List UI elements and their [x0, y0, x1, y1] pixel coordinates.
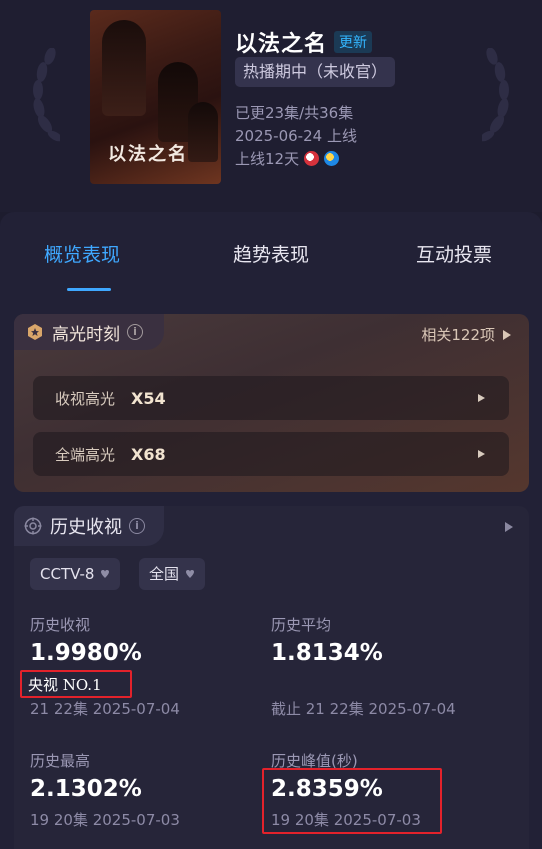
tab-bar: 概览表现 趋势表现 互动投票 [0, 212, 542, 292]
chevron-down-icon [101, 570, 110, 578]
status-tag: 热播期中（未收官） [235, 57, 396, 87]
show-header: 以法之名 以法之名 更新 热播期中（未收官） 已更23集/共36集 2025-0… [0, 0, 542, 212]
highlight-row-value: X68 [131, 444, 166, 464]
history-average-date: 截止 21 22集 2025-07-04 [271, 700, 456, 718]
history-rating-value: 1.9980% [30, 640, 142, 666]
highlight-row-rating[interactable]: 收视高光 X54 [33, 376, 509, 420]
history-max-label: 历史最高 [30, 752, 91, 770]
channel-select[interactable]: CCTV-8 [30, 558, 121, 590]
highlight-more-link[interactable]: 相关122项 [421, 324, 511, 345]
show-title: 以法之名 [235, 32, 328, 57]
region-select-value: 全国 [149, 565, 180, 583]
episode-count: 已更23集/共36集 [235, 104, 354, 122]
annotation-box-peak [262, 768, 442, 834]
history-average-label: 历史平均 [271, 616, 332, 634]
highlight-row-allplatform[interactable]: 全端高光 X68 [33, 432, 509, 476]
premiere-date: 2025-06-24 上线 [235, 127, 357, 145]
channel-select-value: CCTV-8 [40, 565, 95, 583]
update-badge: 更新 [334, 31, 373, 53]
target-icon [24, 517, 42, 535]
play-arrow-icon [478, 450, 485, 458]
highlight-count: 相关122项 [421, 326, 495, 344]
highlight-title: 高光时刻 [52, 324, 120, 345]
highlight-row-label: 全端高光 [55, 445, 116, 464]
title-row: 以法之名 更新 [235, 26, 373, 58]
history-more-arrow-icon[interactable] [505, 522, 513, 532]
highlight-header: 高光时刻 i [14, 314, 164, 350]
cctv-logo-icon [304, 151, 320, 166]
tab-vote[interactable]: 互动投票 [416, 240, 492, 267]
history-header: 历史收视 i [14, 506, 164, 546]
history-max-date: 19 20集 2025-07-03 [30, 811, 180, 829]
play-arrow-icon [478, 394, 485, 402]
highlight-row-label: 收视高光 [55, 389, 116, 408]
star-hexagon-icon [28, 324, 42, 340]
annotation-box-rank [20, 670, 132, 698]
history-rating-date: 21 22集 2025-07-04 [30, 700, 180, 718]
history-average-value: 1.8134% [271, 640, 383, 666]
tab-trend[interactable]: 趋势表现 [233, 240, 309, 267]
highlight-card: 高光时刻 i 相关122项 收视高光 X54 全端高光 X68 [14, 314, 529, 492]
poster-figure [188, 102, 218, 162]
highlight-row-value: X54 [131, 388, 166, 408]
history-rating-label: 历史收视 [30, 616, 91, 634]
history-max-value: 2.1302% [30, 776, 142, 802]
show-poster[interactable]: 以法之名 [90, 10, 221, 184]
region-select[interactable]: 全国 [139, 558, 206, 590]
days-online: 上线12天 [235, 150, 300, 168]
active-tab-indicator [67, 288, 111, 291]
days-online-row: 上线12天 [235, 148, 340, 169]
tab-overview[interactable]: 概览表现 [44, 240, 120, 267]
history-title: 历史收视 [50, 517, 122, 538]
info-icon[interactable]: i [127, 324, 143, 340]
info-icon[interactable]: i [129, 518, 145, 534]
poster-figure [102, 20, 146, 116]
laurel-right-icon [482, 48, 509, 142]
streaming-logo-icon [324, 151, 340, 166]
laurel-left-icon [33, 48, 60, 142]
chevron-down-icon [186, 570, 195, 578]
poster-title: 以法之名 [108, 144, 188, 165]
main-panel: 概览表现 趋势表现 互动投票 高光时刻 i 相关122项 收视高光 X54 全端… [0, 212, 542, 849]
play-arrow-icon [503, 329, 511, 340]
